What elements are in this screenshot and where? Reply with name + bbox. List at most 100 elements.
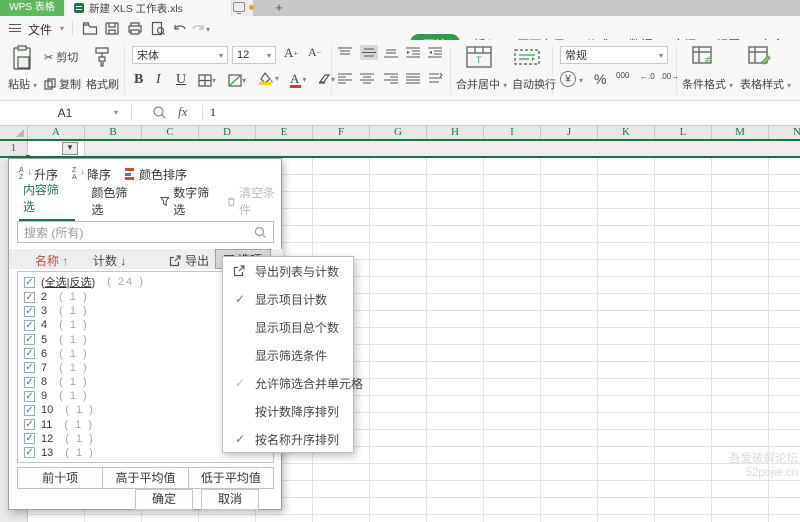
- column-header-cell[interactable]: H: [427, 126, 484, 139]
- column-header-cell[interactable]: F: [313, 126, 370, 139]
- column-header-cell[interactable]: A: [28, 126, 85, 139]
- print-icon[interactable]: [127, 21, 143, 36]
- autofilter-dropdown-button[interactable]: ▼: [62, 142, 78, 155]
- column-header-cell[interactable]: K: [598, 126, 655, 139]
- export-button[interactable]: 导出: [169, 252, 209, 269]
- column-header-cell[interactable]: D: [199, 126, 256, 139]
- undo-icon[interactable]: [172, 21, 188, 36]
- text-orientation-button[interactable]: [428, 73, 443, 84]
- chevron-down-icon[interactable]: ▾: [60, 24, 64, 33]
- monitor-sync-icon[interactable]: [233, 2, 245, 12]
- align-bottom-button[interactable]: [384, 47, 398, 58]
- column-header-cell[interactable]: G: [370, 126, 427, 139]
- fill-color-button[interactable]: ▾: [258, 72, 279, 84]
- clear-condition-button[interactable]: 清空条件: [227, 184, 281, 218]
- sort-by-color-button[interactable]: 颜色排序: [125, 166, 187, 183]
- wrap-text-icon[interactable]: [514, 46, 540, 68]
- options-menu-item[interactable]: ✓ 按名称升序排列: [223, 425, 353, 453]
- file-menu[interactable]: 文件: [28, 21, 52, 38]
- options-menu-item[interactable]: ✓ 显示项目计数: [223, 285, 353, 313]
- column-header-cell[interactable]: C: [142, 126, 199, 139]
- options-menu-item[interactable]: ✓ 按计数降序排列: [223, 397, 353, 425]
- percent-format-button[interactable]: %: [594, 71, 606, 87]
- cut-button[interactable]: ✂剪切: [44, 49, 78, 65]
- column-header-cell[interactable]: N: [769, 126, 800, 139]
- conditional-format-icon[interactable]: ≠: [692, 46, 716, 66]
- checkbox-checked-icon[interactable]: ✓: [24, 362, 35, 373]
- paste-button[interactable]: 粘贴 ▾: [8, 76, 37, 92]
- sort-descending-button[interactable]: ZA 降序: [72, 166, 111, 183]
- wrap-text-button[interactable]: 自动换行: [512, 76, 556, 92]
- sort-ascending-button[interactable]: AZ 升序: [19, 166, 58, 183]
- row-header-1[interactable]: 1: [0, 141, 28, 156]
- decrease-decimal-button[interactable]: .00→: [660, 72, 679, 81]
- clear-format-button[interactable]: ▾: [316, 74, 335, 85]
- align-left-button[interactable]: [338, 73, 352, 84]
- increase-indent-button[interactable]: [428, 47, 443, 58]
- column-header-cell[interactable]: I: [484, 126, 541, 139]
- align-middle-button[interactable]: [360, 45, 378, 60]
- customize-toolbar-caret-icon[interactable]: ▾: [206, 25, 210, 34]
- name-box[interactable]: A1: [0, 101, 130, 125]
- above-average-button[interactable]: 高于平均值: [102, 468, 187, 488]
- checkbox-checked-icon[interactable]: ✓: [24, 405, 35, 416]
- checkbox-checked-icon[interactable]: ✓: [24, 277, 35, 288]
- tab-content-filter[interactable]: 内容筛选: [23, 181, 65, 221]
- column-header-cell[interactable]: B: [85, 126, 142, 139]
- magnifier-icon[interactable]: [152, 105, 167, 120]
- new-tab-button[interactable]: +: [264, 0, 294, 16]
- paste-icon[interactable]: [11, 45, 33, 71]
- name-box-caret-icon[interactable]: ▾: [114, 101, 118, 125]
- options-menu-item[interactable]: ✓ 允许筛选合并单元格: [223, 369, 353, 397]
- options-menu-item[interactable]: ✓ 显示项目总个数: [223, 313, 353, 341]
- app-menu-button[interactable]: WPS 表格: [0, 0, 64, 16]
- align-right-button[interactable]: [384, 73, 398, 84]
- justify-button[interactable]: [406, 73, 420, 84]
- checkbox-checked-icon[interactable]: ✓: [24, 447, 35, 458]
- tab-color-filter[interactable]: 颜色筛选: [91, 184, 133, 218]
- ok-button[interactable]: 确定: [135, 489, 193, 510]
- sort-by-name-header[interactable]: 名称 ↑: [35, 252, 68, 269]
- cancel-button[interactable]: 取消: [201, 489, 259, 510]
- font-color-button[interactable]: A▾: [290, 71, 306, 87]
- format-painter-button[interactable]: 格式刷: [86, 76, 119, 92]
- copy-button[interactable]: 复制: [44, 76, 81, 92]
- shading-button[interactable]: ▾: [228, 74, 246, 87]
- print-preview-icon[interactable]: [150, 21, 166, 36]
- grow-font-button[interactable]: A+: [284, 45, 298, 61]
- insert-function-button[interactable]: fx: [178, 104, 187, 120]
- checkbox-checked-icon[interactable]: ✓: [24, 334, 35, 345]
- number-format-select[interactable]: 常规▾: [560, 46, 668, 64]
- formula-input[interactable]: 1: [210, 105, 216, 120]
- column-header-cell[interactable]: M: [712, 126, 769, 139]
- column-header-cell[interactable]: L: [655, 126, 712, 139]
- format-painter-icon[interactable]: [92, 46, 112, 68]
- underline-button[interactable]: U: [176, 72, 186, 88]
- currency-format-button[interactable]: ¥: [560, 71, 576, 87]
- italic-button[interactable]: I: [156, 72, 161, 88]
- checkbox-checked-icon[interactable]: ✓: [24, 306, 35, 317]
- shrink-font-button[interactable]: A−: [308, 45, 321, 60]
- table-style-icon[interactable]: [748, 46, 772, 66]
- bold-button[interactable]: B: [134, 72, 143, 88]
- document-tab[interactable]: 新建 XLS 工作表.xls: [66, 0, 232, 16]
- borders-button[interactable]: ▾: [198, 74, 216, 87]
- select-all-corner[interactable]: [0, 126, 28, 139]
- merge-center-button[interactable]: 合并居中 ▾: [456, 76, 507, 92]
- checkbox-checked-icon[interactable]: ✓: [24, 419, 35, 430]
- save-icon[interactable]: [104, 21, 120, 36]
- column-header-cell[interactable]: J: [541, 126, 598, 139]
- chevron-down-icon[interactable]: ▾: [579, 76, 583, 85]
- checkbox-checked-icon[interactable]: ✓: [24, 391, 35, 402]
- sort-by-count-header[interactable]: 计数 ↓: [93, 252, 126, 269]
- column-header-cell[interactable]: E: [256, 126, 313, 139]
- options-menu-item[interactable]: ✓ 导出列表与计数: [223, 257, 353, 285]
- increase-decimal-button[interactable]: ←.0: [640, 72, 655, 81]
- conditional-format-button[interactable]: 条件格式 ▾: [682, 76, 733, 92]
- align-center-button[interactable]: [360, 73, 374, 84]
- checkbox-checked-icon[interactable]: ✓: [24, 377, 35, 388]
- font-name-select[interactable]: 宋体▾: [132, 46, 228, 64]
- checkbox-checked-icon[interactable]: ✓: [24, 292, 35, 303]
- open-file-icon[interactable]: [82, 21, 98, 36]
- table-style-button[interactable]: 表格样式 ▾: [740, 76, 791, 92]
